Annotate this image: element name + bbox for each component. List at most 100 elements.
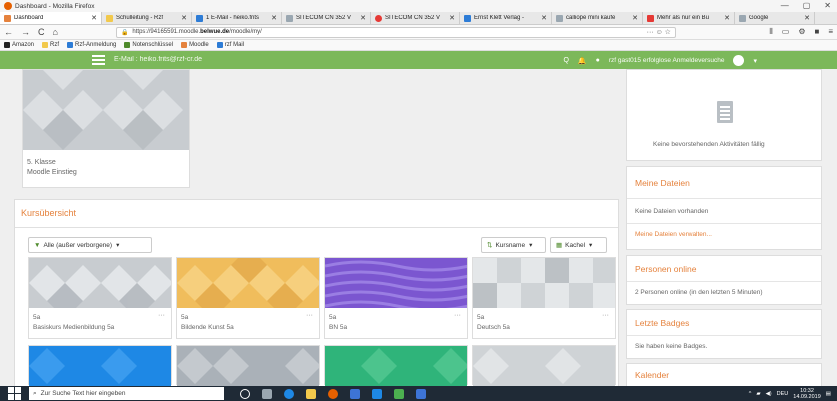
tab-dashboard[interactable]: Dashboard ✕ <box>0 12 102 24</box>
account-icon[interactable]: ■ <box>814 27 819 37</box>
language-indicator[interactable]: DEU <box>777 391 789 397</box>
course-card-bildende-kunst[interactable]: 5a ··· Bildende Kunst 5a <box>176 257 320 339</box>
course-card-bn[interactable]: 5a ··· BN 5a <box>324 257 468 339</box>
firefox-icon[interactable] <box>328 388 338 399</box>
course-card[interactable] <box>324 345 468 386</box>
minimize-button[interactable]: — <box>781 1 789 10</box>
tab-label: Dashboard <box>14 15 44 21</box>
app-icon[interactable] <box>372 388 382 399</box>
moodle-header: E-Mail : heiko.frits@rzf-cr.de Q 🔔 ● rzf… <box>0 51 837 69</box>
bookmark-rzf-anmeldung[interactable]: Rzf-Anmeldung <box>67 42 116 48</box>
filter-dropdown[interactable]: ▼ Alle (außer verborgene) ▾ <box>28 237 152 253</box>
tab-google[interactable]: Google ✕ <box>735 12 815 24</box>
mail-icon <box>216 42 223 48</box>
search-icon[interactable]: Q <box>563 57 568 64</box>
tab-email[interactable]: 1 E-Mail - heiko.frits ✕ <box>192 12 282 24</box>
page-actions-icon[interactable]: ··· ☺ ☆ <box>647 28 671 36</box>
hamburger-menu-icon[interactable] <box>92 55 105 65</box>
course-name[interactable]: Moodle Einstieg <box>27 168 185 178</box>
close-window-button[interactable]: ✕ <box>824 1 831 10</box>
close-tab-icon[interactable]: ✕ <box>632 14 638 22</box>
course-name[interactable]: BN 5a <box>329 324 347 331</box>
app-icon[interactable] <box>394 388 404 399</box>
maximize-button[interactable]: ▢ <box>803 1 811 10</box>
course-thumbnail <box>29 258 171 308</box>
bookmark-rzf-mail[interactable]: rzf Mail <box>216 42 244 48</box>
taskbar-search-input[interactable]: ⌕ Zur Suche Text hier eingeben <box>29 387 224 400</box>
view-dropdown[interactable]: ▦ Kachel ▾ <box>550 237 607 253</box>
sort-dropdown[interactable]: ⇅ Kursname ▾ <box>481 237 546 253</box>
user-menu-text[interactable]: rzf gast015 erfolglose Anmeldeversuche <box>609 57 725 64</box>
course-card[interactable] <box>28 345 172 386</box>
home-icon[interactable]: ⌂ <box>53 27 58 37</box>
library-icon[interactable]: ⫴ <box>769 27 772 37</box>
course-category: 5a <box>181 314 189 321</box>
back-icon[interactable]: ← <box>4 27 13 37</box>
tab-schulleitung[interactable]: Schulleitung - Rzf ✕ <box>102 12 192 24</box>
tab-klett[interactable]: Ernst Klett Verlag - ✕ <box>460 12 552 24</box>
toolbar-icons: ⫴ ▭ ⚙ ■ ≡ <box>769 27 833 37</box>
edge-icon[interactable] <box>284 388 294 399</box>
chat-icon[interactable]: ● <box>596 57 600 64</box>
course-thumbnail <box>177 346 319 386</box>
clock[interactable]: 10:32 14.09.2019 <box>793 388 821 400</box>
header-mail-link[interactable]: E-Mail : heiko.frits@rzf-cr.de <box>114 56 202 63</box>
tab-sitecom-1[interactable]: SITECOM CN 352 V ✕ <box>282 12 371 24</box>
course-card-medienbildung[interactable]: 5a ··· Basiskurs Medienbildung 5a <box>28 257 172 339</box>
outlook-icon[interactable] <box>350 388 360 399</box>
bookmark-notenschluessel[interactable]: Notenschlüssel <box>124 42 173 48</box>
task-view-icon[interactable] <box>262 388 272 399</box>
close-tab-icon[interactable]: ✕ <box>449 14 455 22</box>
volume-icon[interactable]: ◀) <box>766 391 772 397</box>
sidebar-icon[interactable]: ▭ <box>782 27 790 37</box>
course-name[interactable]: Deutsch 5a <box>477 324 510 331</box>
course-thumbnail <box>29 346 171 386</box>
notifications-icon[interactable]: ▤ <box>826 391 831 397</box>
bookmark-moodle[interactable]: Moodle <box>181 42 209 48</box>
search-icon: ⌕ <box>33 389 37 397</box>
more-options-icon[interactable]: ··· <box>306 312 313 319</box>
tab-sitecom-2[interactable]: SITECOM CN 352 V ✕ <box>371 12 460 24</box>
firefox-icon <box>4 2 12 10</box>
forward-icon[interactable]: → <box>21 27 30 37</box>
course-overview-block: Kursübersicht ▼ Alle (außer verborgene) … <box>14 199 619 386</box>
close-tab-icon[interactable]: ✕ <box>804 14 810 22</box>
close-tab-icon[interactable]: ✕ <box>271 14 277 22</box>
more-options-icon[interactable]: ··· <box>454 312 461 319</box>
app-icon[interactable] <box>416 388 426 399</box>
more-options-icon[interactable]: ··· <box>602 312 609 319</box>
explorer-icon[interactable] <box>306 388 316 399</box>
course-category: 5a <box>33 314 41 321</box>
mail-icon <box>196 14 203 22</box>
course-name[interactable]: Basiskurs Medienbildung 5a <box>33 324 114 331</box>
tab-buch[interactable]: Mehr als nur ein Bu ✕ <box>643 12 735 24</box>
course-card[interactable] <box>472 345 616 386</box>
course-card-deutsch[interactable]: 5a ··· Deutsch 5a <box>472 257 616 339</box>
course-thumbnail <box>325 258 467 308</box>
close-tab-icon[interactable]: ✕ <box>91 14 97 22</box>
course-card-moodle-einstieg[interactable]: 5. Klasse Moodle Einstieg <box>22 69 190 188</box>
windows-start-icon[interactable] <box>8 387 21 400</box>
close-tab-icon[interactable]: ✕ <box>360 14 366 22</box>
menu-icon[interactable]: ≡ <box>828 27 833 37</box>
online-users-text: 2 Personen online (in den letzten 5 Minu… <box>635 289 763 296</box>
extension-icon[interactable]: ⚙ <box>798 27 805 37</box>
close-tab-icon[interactable]: ✕ <box>541 14 547 22</box>
close-tab-icon[interactable]: ✕ <box>724 14 730 22</box>
tab-calliope[interactable]: calliope mini kaufe ✕ <box>552 12 643 24</box>
chevron-up-icon[interactable]: ^ <box>749 391 752 397</box>
chevron-down-icon[interactable]: ▾ <box>753 57 757 65</box>
url-bar[interactable]: 🔒 https://94165591.moodle.belwue.de/mood… <box>115 26 676 38</box>
course-name[interactable]: Bildende Kunst 5a <box>181 324 234 331</box>
manage-files-link[interactable]: Meine Dateien verwalten... <box>635 231 712 238</box>
close-tab-icon[interactable]: ✕ <box>181 14 187 22</box>
course-card[interactable] <box>176 345 320 386</box>
network-icon[interactable]: ▰ <box>756 391 760 397</box>
cortana-icon[interactable] <box>240 388 250 399</box>
bookmark-rzf[interactable]: Rzf <box>42 42 59 48</box>
more-options-icon[interactable]: ··· <box>158 312 165 319</box>
reload-icon[interactable]: C <box>38 27 45 37</box>
bell-icon[interactable]: 🔔 <box>578 57 587 65</box>
avatar[interactable] <box>733 55 745 66</box>
bookmark-amazon[interactable]: Amazon <box>4 42 34 48</box>
